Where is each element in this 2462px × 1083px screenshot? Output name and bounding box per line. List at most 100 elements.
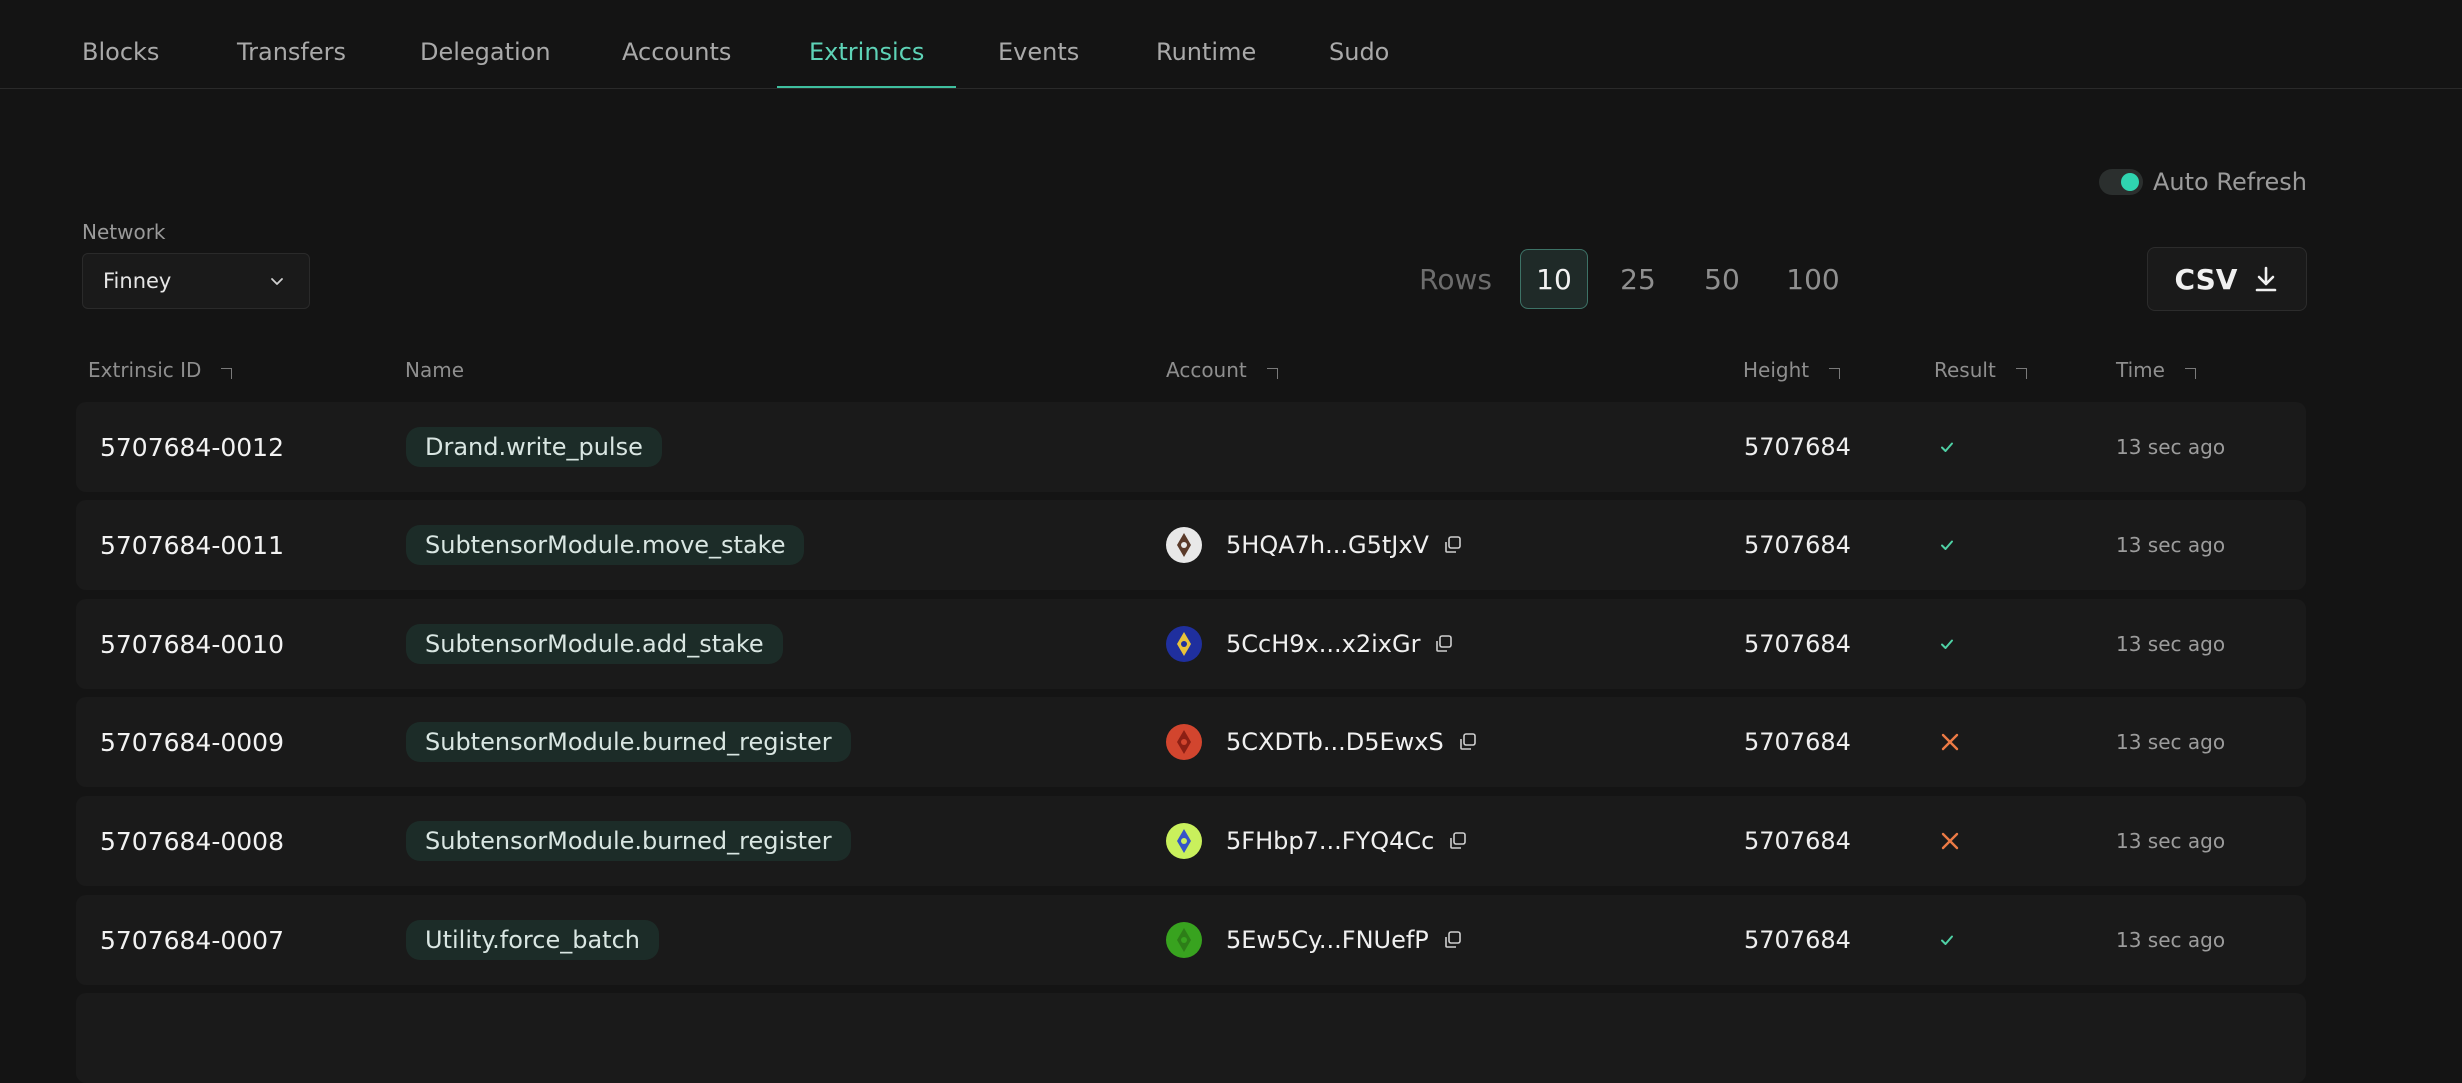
extrinsic-id[interactable]: 5707684-0011: [100, 500, 284, 590]
table-row[interactable]: 5707684-0010 SubtensorModule.add_stake 5Cc…: [76, 599, 2306, 689]
auto-refresh-label: Auto Refresh: [2153, 168, 2307, 196]
extrinsic-name-badge[interactable]: SubtensorModule.add_stake: [406, 624, 783, 664]
account-cell: 5CXDTb...D5EwxS: [1166, 697, 1478, 787]
block-height[interactable]: 5707684: [1744, 697, 1851, 787]
rows-label: Rows: [1419, 262, 1492, 296]
name-cell: SubtensorModule.move_stake: [406, 500, 805, 590]
sort-icon: [2015, 367, 2027, 379]
account-cell: 5CcH9x...x2ixGr: [1166, 599, 1454, 689]
header-time[interactable]: Time: [2116, 356, 2196, 384]
result-cell: [1938, 599, 1968, 689]
result-cell: [1938, 697, 1968, 787]
sort-icon: [1266, 367, 1278, 379]
account-avatar-icon: [1166, 823, 1202, 859]
block-height[interactable]: 5707684: [1744, 402, 1851, 492]
rows-option-100[interactable]: 100: [1772, 249, 1854, 309]
account-avatar-icon: [1166, 527, 1202, 563]
name-cell: Utility.force_batch: [406, 895, 659, 985]
auto-refresh-control: Auto Refresh: [2099, 165, 2307, 199]
tab-sudo[interactable]: Sudo: [1297, 0, 1421, 88]
account-avatar-icon: [1166, 626, 1202, 662]
header-extrinsic-id[interactable]: Extrinsic ID: [88, 356, 233, 384]
sort-icon: [1829, 367, 1841, 379]
header-height[interactable]: Height: [1743, 356, 1841, 384]
account-address[interactable]: 5HQA7h...G5tJxV: [1226, 531, 1429, 559]
result-cell: [1938, 796, 1968, 886]
tab-events[interactable]: Events: [966, 0, 1111, 88]
tab-accounts[interactable]: Accounts: [590, 0, 763, 88]
table-row[interactable]: 5707684-0008 SubtensorModule.burned_regis…: [76, 796, 2306, 886]
block-height[interactable]: 5707684: [1744, 599, 1851, 689]
header-result[interactable]: Result: [1934, 356, 2027, 384]
time-ago: 13 sec ago: [2116, 533, 2226, 557]
tab-transfers[interactable]: Transfers: [205, 0, 378, 88]
header-account[interactable]: Account: [1166, 356, 1278, 384]
rows-option-25[interactable]: 25: [1604, 249, 1672, 309]
block-height[interactable]: 5707684: [1744, 796, 1851, 886]
x-icon: [1941, 733, 1959, 751]
toggle-knob: [2121, 173, 2140, 191]
table-row[interactable]: 5707684-0009 SubtensorModule.burned_regis…: [76, 697, 2306, 787]
rows-per-page-selector: Rows 10 25 50 100: [1419, 248, 1864, 310]
header-label: Name: [405, 358, 465, 382]
table-row[interactable]: 5707684-0012 Drand.write_pulse 5707684 13 s…: [76, 402, 2306, 492]
tab-delegation[interactable]: Delegation: [388, 0, 583, 88]
network-select[interactable]: Finney: [82, 253, 310, 309]
auto-refresh-toggle[interactable]: [2099, 169, 2144, 195]
tab-blocks[interactable]: Blocks: [50, 0, 191, 88]
block-height[interactable]: 5707684: [1744, 500, 1851, 590]
time-ago: 13 sec ago: [2116, 435, 2226, 459]
x-icon: [1941, 832, 1959, 850]
table-row[interactable]: [76, 993, 2306, 1083]
account-cell: 5Ew5Cy...FNUefP: [1166, 895, 1463, 985]
table-row[interactable]: 5707684-0011 SubtensorModule.move_stake 5H…: [76, 500, 2306, 590]
download-icon: [2256, 266, 2277, 292]
check-icon: [1941, 639, 1953, 649]
header-label: Extrinsic ID: [88, 358, 202, 382]
extrinsic-id[interactable]: 5707684-0009: [100, 697, 284, 787]
top-nav: Blocks Transfers Delegation Accounts Ext…: [0, 0, 2462, 89]
extrinsic-id[interactable]: 5707684-0012: [100, 402, 284, 492]
extrinsic-name-badge[interactable]: SubtensorModule.move_stake: [406, 525, 805, 565]
rows-option-50[interactable]: 50: [1688, 249, 1756, 309]
header-label: Result: [1934, 358, 1996, 382]
account-address[interactable]: 5Ew5Cy...FNUefP: [1226, 926, 1429, 954]
time-ago: 13 sec ago: [2116, 829, 2226, 853]
rows-option-10[interactable]: 10: [1520, 249, 1588, 309]
account-cell: 5HQA7h...G5tJxV: [1166, 500, 1463, 590]
time-ago: 13 sec ago: [2116, 632, 2226, 656]
extrinsic-name-badge[interactable]: Drand.write_pulse: [406, 427, 662, 467]
time-ago: 13 sec ago: [2116, 730, 2226, 754]
csv-download-button[interactable]: CSV: [2147, 247, 2307, 311]
tab-runtime[interactable]: Runtime: [1124, 0, 1288, 88]
block-height[interactable]: 5707684: [1744, 895, 1851, 985]
result-cell: [1938, 895, 1968, 985]
extrinsic-name-badge[interactable]: SubtensorModule.burned_register: [406, 722, 851, 762]
copy-icon[interactable]: [1443, 535, 1463, 555]
extrinsic-id[interactable]: 5707684-0007: [100, 895, 284, 985]
extrinsic-name-badge[interactable]: SubtensorModule.burned_register: [406, 821, 851, 861]
copy-icon[interactable]: [1443, 930, 1463, 950]
network-value: Finney: [103, 269, 172, 293]
account-address[interactable]: 5FHbp7...FYQ4Cc: [1226, 827, 1434, 855]
time-ago: 13 sec ago: [2116, 928, 2226, 952]
copy-icon[interactable]: [1458, 732, 1478, 752]
extrinsic-name-badge[interactable]: Utility.force_batch: [406, 920, 659, 960]
account-avatar-icon: [1166, 922, 1202, 958]
result-cell: [1938, 402, 1968, 492]
extrinsic-id[interactable]: 5707684-0010: [100, 599, 284, 689]
check-icon: [1941, 442, 1953, 452]
tab-extrinsics[interactable]: Extrinsics: [777, 0, 957, 88]
copy-icon[interactable]: [1448, 831, 1468, 851]
table-row[interactable]: 5707684-0007 Utility.force_batch 5Ew5Cy...…: [76, 895, 2306, 985]
account-address[interactable]: 5CXDTb...D5EwxS: [1226, 728, 1444, 756]
extrinsic-id[interactable]: 5707684-0008: [100, 796, 284, 886]
chevron-down-icon: [271, 278, 283, 285]
name-cell: SubtensorModule.add_stake: [406, 599, 783, 689]
name-cell: SubtensorModule.burned_register: [406, 796, 851, 886]
csv-label: CSV: [2174, 262, 2238, 296]
account-address[interactable]: 5CcH9x...x2ixGr: [1226, 630, 1420, 658]
header-label: Time: [2116, 358, 2165, 382]
result-cell: [1938, 500, 1968, 590]
copy-icon[interactable]: [1434, 634, 1454, 654]
